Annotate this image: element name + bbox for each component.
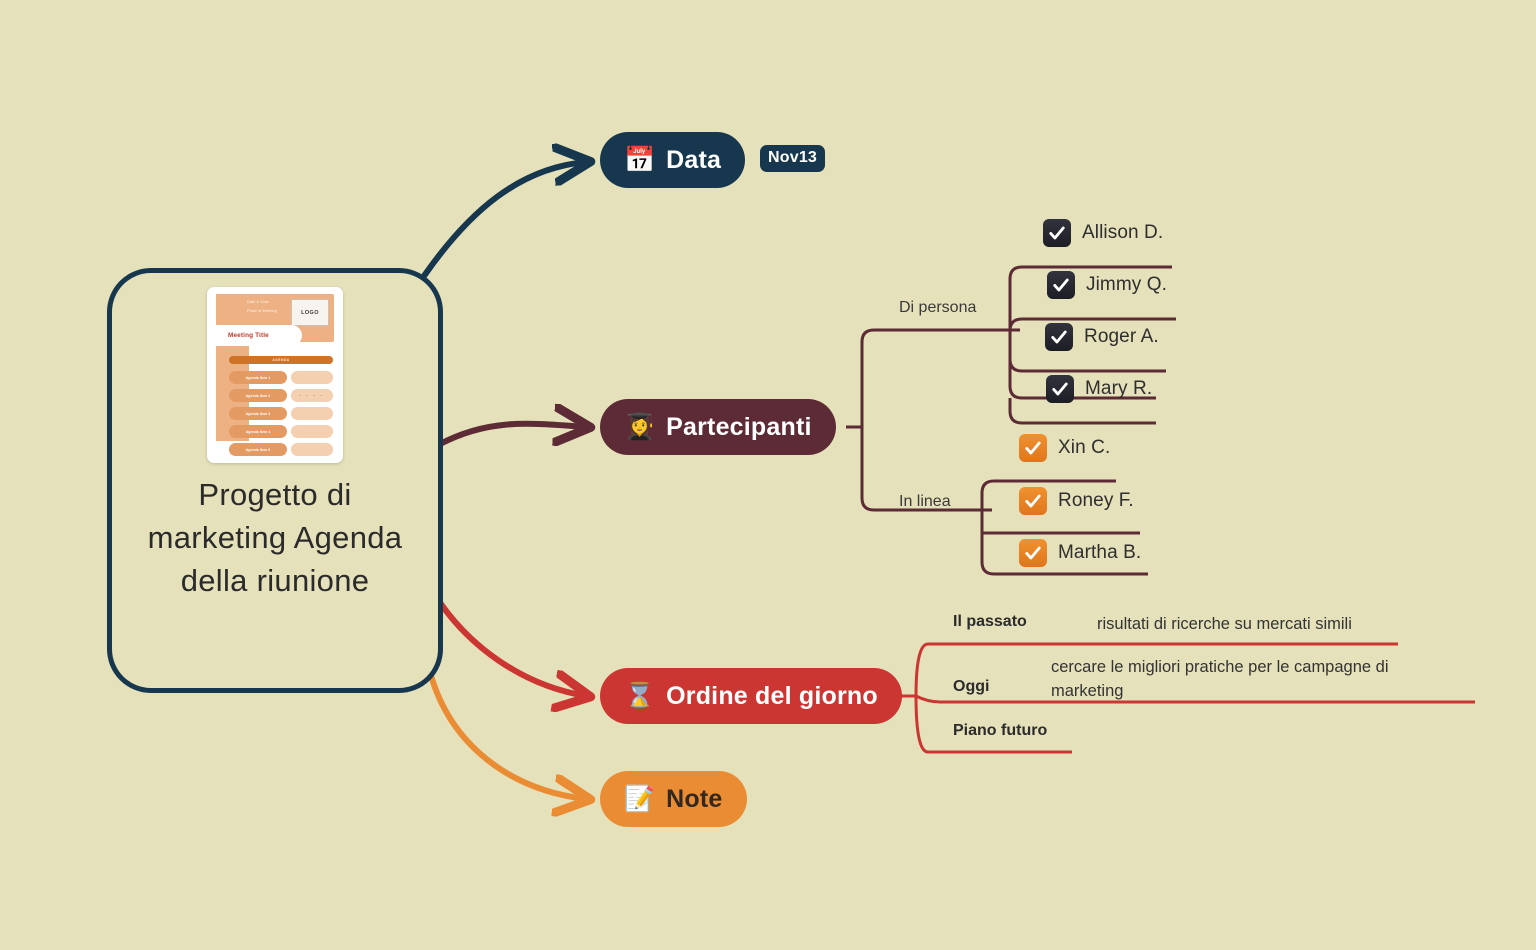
thumbnail-agenda-item-label: Agenda Item 5 xyxy=(229,443,287,456)
node-participants-label: Partecipanti xyxy=(666,412,812,441)
checkbox-checked-icon[interactable] xyxy=(1043,219,1071,247)
thumbnail-agenda-item-label: Agenda Item 1 xyxy=(229,371,287,384)
node-data-label: Data xyxy=(666,145,722,174)
list-item[interactable]: Xin C. xyxy=(1019,434,1110,462)
bracket-inperson-lower xyxy=(1008,398,1023,425)
checkbox-checked-icon[interactable] xyxy=(1019,539,1047,567)
participant-name: Mary R. xyxy=(1085,378,1153,399)
node-agenda[interactable]: ⌛ Ordine del giorno xyxy=(600,668,902,724)
agenda-item-label: Piano futuro xyxy=(953,722,1048,739)
connector-central-to-data xyxy=(421,162,586,279)
graduate-icon: 👩‍🎓 xyxy=(624,412,656,441)
thumbnail-agenda-row: Agenda Item 5 xyxy=(229,443,333,456)
node-agenda-label: Ordine del giorno xyxy=(666,681,878,710)
agenda-item-label: Oggi xyxy=(953,678,990,695)
list-item[interactable]: Allison D. xyxy=(1043,219,1163,247)
thumbnail-place: Place of Meeting xyxy=(247,309,277,313)
participant-name: Jimmy Q. xyxy=(1086,274,1168,295)
checkbox-checked-icon[interactable] xyxy=(1019,487,1047,515)
checkbox-checked-icon[interactable] xyxy=(1045,323,1073,351)
connector-central-to-participants xyxy=(437,424,586,447)
participant-name: Martha B. xyxy=(1058,542,1142,563)
agenda-item-label: Il passato xyxy=(953,613,1027,630)
connector-participants-to-inperson xyxy=(860,328,1020,427)
thumbnail-agenda-row: Agenda Item 2 xyxy=(229,389,333,402)
thumbnail-agenda-item-bar xyxy=(291,407,333,420)
participant-name: Xin C. xyxy=(1058,437,1111,458)
thumbnail-agenda-row: Agenda Item 4 xyxy=(229,425,333,438)
node-notes[interactable]: 📝 Note xyxy=(600,771,747,827)
central-node[interactable]: Date & Time Place of Meeting LOGO Meetin… xyxy=(107,268,443,693)
connector-central-to-agenda xyxy=(438,601,586,696)
page-title: Progetto di marketing Agenda della riuni… xyxy=(147,477,403,598)
group-label-online: In linea xyxy=(899,493,951,510)
node-participants[interactable]: 👩‍🎓 Partecipanti xyxy=(600,399,836,455)
list-item[interactable]: Roger A. xyxy=(1045,323,1159,351)
thumbnail-agenda-item-bar xyxy=(291,389,333,402)
thumbnail-agenda-item-label: Agenda Item 3 xyxy=(229,407,287,420)
status-badge[interactable]: Nov13 xyxy=(760,145,826,172)
thumbnail-title-box: Meeting Title xyxy=(216,325,302,346)
participant-name: Roney F. xyxy=(1058,490,1134,511)
thumbnail-agenda-item-bar xyxy=(291,443,333,456)
group-label-in-person: Di persona xyxy=(899,299,977,316)
list-item[interactable]: Roney F. xyxy=(1019,487,1134,515)
thumbnail-agenda-row: Agenda Item 3 xyxy=(229,407,333,420)
list-item[interactable]: Jimmy Q. xyxy=(1047,271,1167,299)
participant-name: Roger A. xyxy=(1084,326,1159,347)
meeting-agenda-template-image: Date & Time Place of Meeting LOGO Meetin… xyxy=(207,287,343,463)
memo-icon: 📝 xyxy=(624,784,656,813)
thumbnail-date-time: Date & Time xyxy=(247,300,269,304)
thumbnail-agenda-header: AGENDA xyxy=(229,356,333,364)
thumbnail-agenda-item-label: Agenda Item 4 xyxy=(229,425,287,438)
checkbox-checked-icon[interactable] xyxy=(1046,375,1074,403)
node-data[interactable]: 📅 Data xyxy=(600,132,746,188)
checkbox-checked-icon[interactable] xyxy=(1019,434,1047,462)
list-item[interactable]: Martha B. xyxy=(1019,539,1141,567)
thumbnail-agenda-item-bar xyxy=(291,371,333,384)
agenda-item-detail: risultati di ricerche su mercati simili xyxy=(1097,615,1352,633)
thumbnail-dotted-line xyxy=(299,394,325,396)
agenda-item-detail: cercare le migliori pratiche per le camp… xyxy=(1051,658,1389,700)
list-item[interactable]: Mary R. xyxy=(1046,375,1152,403)
thumbnail-meeting-title: Meeting Title xyxy=(228,332,269,339)
checkbox-checked-icon[interactable] xyxy=(1047,271,1075,299)
connector-central-to-notes xyxy=(427,669,586,799)
node-notes-label: Note xyxy=(666,784,723,813)
thumbnail-agenda-item-bar xyxy=(291,425,333,438)
participant-name: Allison D. xyxy=(1082,222,1164,243)
mindmap-canvas: Date & Time Place of Meeting LOGO Meetin… xyxy=(0,0,1536,950)
thumbnail-agenda-row: Agenda Item 1 xyxy=(229,371,333,384)
calendar-icon: 📅 xyxy=(624,145,656,174)
thumbnail-logo: LOGO xyxy=(291,299,329,326)
hourglass-icon: ⌛ xyxy=(624,681,656,710)
thumbnail-agenda-item-label: Agenda Item 2 xyxy=(229,389,287,402)
